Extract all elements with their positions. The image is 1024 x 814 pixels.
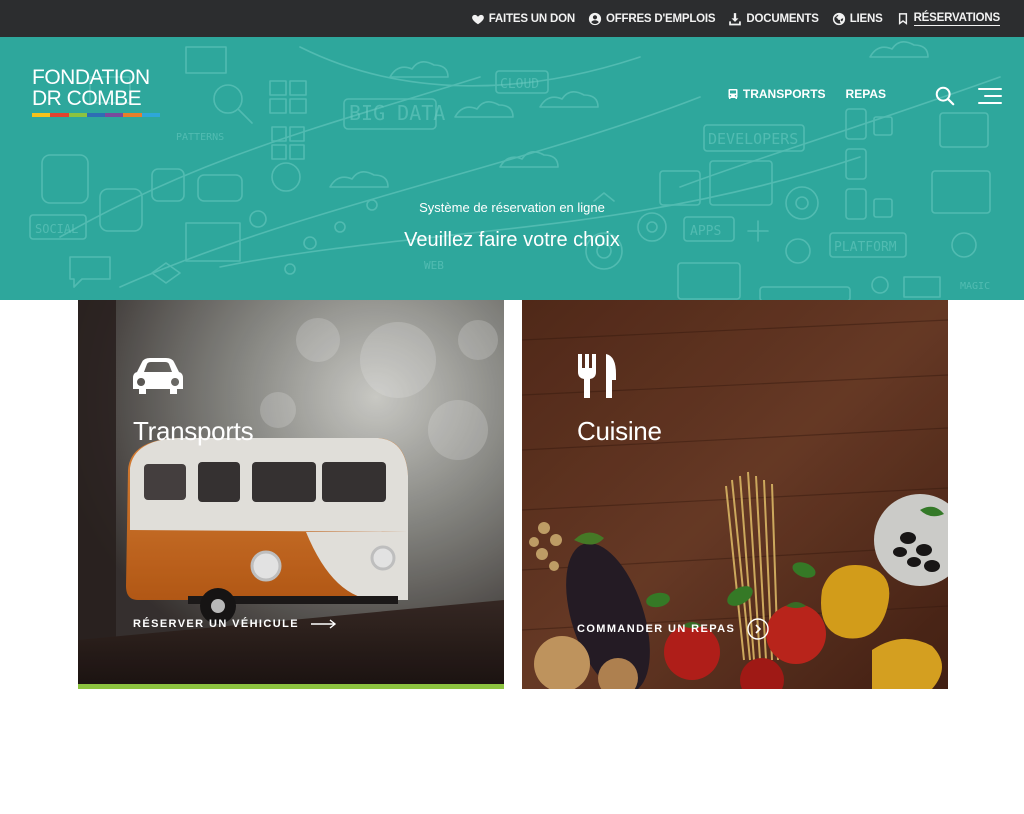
nav-item-label: REPAS — [845, 87, 886, 101]
card-title: Transports — [133, 416, 254, 446]
user-circle-icon — [588, 12, 602, 25]
logo-bar-segment — [32, 113, 51, 117]
utility-link-label: RÉSERVATIONS — [913, 11, 1000, 26]
logo-bar-segment — [141, 113, 160, 117]
circle-chevron-right-icon — [747, 618, 769, 640]
nav-item-repas[interactable]: REPAS — [846, 87, 886, 101]
utility-link-label: LIENS — [849, 12, 883, 25]
order-meal-link[interactable]: COMMANDER UN REPAS — [577, 618, 769, 640]
card-link-label: RÉSERVER UN VÉHICULE — [133, 618, 299, 630]
utility-link-reservations[interactable]: RÉSERVATIONS — [896, 12, 1000, 26]
hero-banner: BIG DATA CLOUD DEVELOPERS SOCIAL APPS PL… — [0, 37, 1024, 300]
bus-icon — [728, 89, 738, 99]
utility-link-documents[interactable]: DOCUMENTS — [728, 12, 819, 26]
download-icon — [729, 12, 742, 25]
utility-bar: FAITES UN DON OFFRES D'EMPLOIS DOCUMENTS… — [0, 0, 1024, 37]
logo-bar-segment — [123, 113, 142, 117]
nav-item-label: TRANSPORTS — [742, 87, 826, 101]
card-link-label: COMMANDER UN REPAS — [577, 623, 736, 635]
card-cuisine[interactable]: Cuisine COMMANDER UN REPAS — [522, 300, 948, 689]
logo-color-bar — [32, 113, 160, 117]
utility-link-jobs[interactable]: OFFRES D'EMPLOIS — [588, 12, 716, 26]
hero-title: Veuillez faire votre choix — [404, 229, 620, 251]
arrow-right-icon — [310, 619, 337, 629]
site-logo[interactable]: FONDATION DR COMBE — [32, 67, 162, 117]
doodle-text: CLOUD — [500, 77, 539, 92]
logo-line-1: FONDATION — [32, 66, 150, 89]
logo-bar-segment — [50, 113, 69, 117]
hamburger-menu-icon[interactable] — [978, 87, 1002, 105]
utility-link-links[interactable]: LIENS — [832, 12, 883, 26]
nav-item-transports[interactable]: TRANSPORTS — [727, 87, 826, 101]
active-card-underline — [78, 684, 504, 689]
doodle-text: BIG DATA — [349, 101, 445, 125]
bookmark-icon — [898, 12, 907, 25]
doodle-text: PATTERNS — [176, 132, 224, 143]
utility-link-label: FAITES UN DON — [488, 12, 575, 25]
fork-knife-icon — [578, 354, 616, 398]
logo-bar-segment — [86, 113, 106, 117]
utility-links: FAITES UN DON OFFRES D'EMPLOIS DOCUMENTS… — [458, 0, 1000, 37]
main-nav: TRANSPORTS REPAS — [727, 87, 886, 101]
logo-bar-segment — [105, 113, 124, 117]
logo-bar-segment — [68, 113, 87, 117]
search-icon[interactable] — [934, 85, 956, 107]
logo-line-2: DR COMBE — [32, 87, 142, 110]
card-transports[interactable]: Transports RÉSERVER UN VÉHICULE — [78, 300, 504, 689]
reserve-vehicle-link[interactable]: RÉSERVER UN VÉHICULE — [133, 618, 337, 630]
hero-subtitle: Système de réservation en ligne — [419, 200, 605, 215]
doodle-text: WEB — [424, 259, 444, 272]
utility-link-label: OFFRES D'EMPLOIS — [605, 12, 716, 25]
card-title: Cuisine — [577, 416, 662, 446]
utility-link-donate[interactable]: FAITES UN DON — [471, 12, 575, 26]
heart-icon — [471, 14, 484, 24]
doodle-text: DEVELOPERS — [708, 130, 798, 148]
utility-link-label: DOCUMENTS — [746, 12, 819, 25]
doodle-text: MAGIC — [960, 281, 990, 292]
globe-icon — [832, 12, 845, 25]
car-icon — [133, 358, 183, 394]
